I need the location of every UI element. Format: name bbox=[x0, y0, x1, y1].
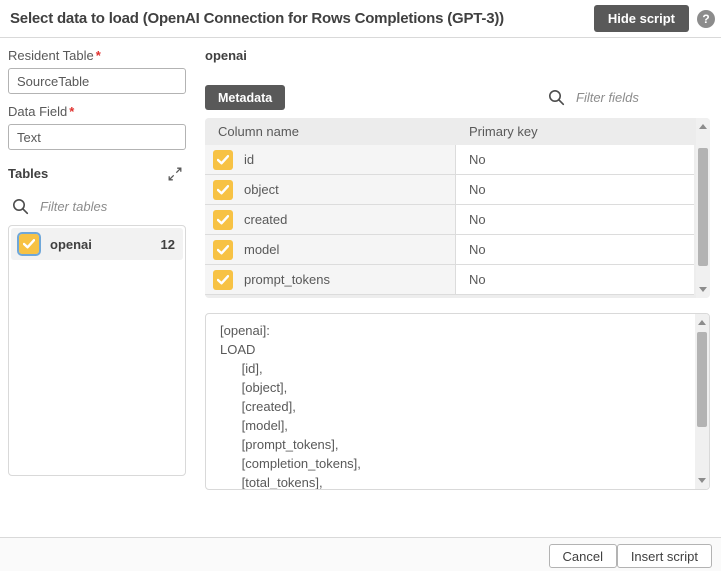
scroll-down-icon[interactable] bbox=[698, 478, 706, 483]
scrollbar-thumb[interactable] bbox=[697, 332, 707, 427]
field-name-cell: object bbox=[205, 175, 455, 205]
field-name: object bbox=[244, 182, 279, 197]
field-name-cell: id bbox=[205, 145, 455, 175]
fields-table: Column name Primary key id No bbox=[205, 118, 710, 298]
dialog-footer: Cancel Insert script bbox=[0, 537, 721, 571]
primary-key-header: Primary key bbox=[455, 124, 710, 139]
search-icon bbox=[12, 198, 29, 215]
filter-tables-input[interactable] bbox=[40, 199, 160, 214]
scroll-up-icon[interactable] bbox=[699, 124, 707, 129]
primary-key-cell[interactable]: No bbox=[455, 145, 694, 175]
resident-table-label: Resident Table* bbox=[8, 48, 186, 63]
field-checkbox[interactable] bbox=[213, 180, 233, 200]
fields-table-scrollbar[interactable] bbox=[696, 118, 710, 298]
field-row: id No bbox=[205, 145, 694, 175]
tables-list: openai 12 bbox=[8, 225, 186, 476]
left-panel: Resident Table* Data Field* Tables bbox=[8, 38, 186, 476]
data-field-label: Data Field* bbox=[8, 104, 186, 119]
field-name-cell: model bbox=[205, 235, 455, 265]
tables-section-header: Tables bbox=[8, 166, 186, 181]
field-name-cell: created bbox=[205, 205, 455, 235]
field-name: prompt_tokens bbox=[244, 272, 330, 287]
check-icon bbox=[217, 185, 229, 195]
check-icon bbox=[217, 215, 229, 225]
field-name: created bbox=[244, 212, 287, 227]
expand-icon[interactable] bbox=[168, 167, 182, 181]
field-checkbox[interactable] bbox=[213, 240, 233, 260]
search-icon bbox=[548, 89, 565, 106]
table-list-item[interactable]: openai 12 bbox=[11, 228, 183, 260]
table-name: openai bbox=[50, 237, 161, 252]
help-icon[interactable]: ? bbox=[697, 10, 715, 28]
table-checkbox[interactable] bbox=[19, 234, 39, 254]
dialog-title: Select data to load (OpenAI Connection f… bbox=[10, 10, 504, 27]
script-scrollbar[interactable] bbox=[695, 314, 709, 489]
cancel-button[interactable]: Cancel bbox=[549, 544, 617, 568]
scroll-down-icon[interactable] bbox=[699, 287, 707, 292]
field-row: created No bbox=[205, 205, 694, 235]
fields-table-body: id No object No bbox=[205, 145, 710, 295]
field-name-cell: prompt_tokens bbox=[205, 265, 455, 295]
check-icon bbox=[217, 275, 229, 285]
field-checkbox[interactable] bbox=[213, 270, 233, 290]
field-checkbox[interactable] bbox=[213, 150, 233, 170]
filter-fields-search bbox=[544, 86, 696, 108]
insert-script-button[interactable]: Insert script bbox=[617, 544, 712, 568]
field-checkbox[interactable] bbox=[213, 210, 233, 230]
field-row: model No bbox=[205, 235, 694, 265]
script-preview: [openai]: LOAD [id], [object], [created]… bbox=[205, 313, 710, 490]
metadata-tab[interactable]: Metadata bbox=[205, 85, 285, 110]
primary-key-cell[interactable]: No bbox=[455, 175, 694, 205]
field-name: id bbox=[244, 152, 254, 167]
filter-fields-input[interactable] bbox=[576, 90, 696, 105]
primary-key-cell[interactable]: No bbox=[455, 205, 694, 235]
table-field-count: 12 bbox=[161, 237, 175, 252]
tables-section-title: Tables bbox=[8, 166, 48, 181]
fields-table-header: Column name Primary key bbox=[205, 118, 710, 145]
primary-key-cell[interactable]: No bbox=[455, 265, 694, 295]
field-row: object No bbox=[205, 175, 694, 205]
hide-script-button[interactable]: Hide script bbox=[594, 5, 689, 32]
script-preview-text: [openai]: LOAD [id], [object], [created]… bbox=[206, 314, 709, 490]
check-icon bbox=[23, 239, 35, 249]
required-marker: * bbox=[96, 48, 101, 63]
field-name: model bbox=[244, 242, 279, 257]
check-icon bbox=[217, 245, 229, 255]
right-panel: openai Metadata Column name Primary key bbox=[205, 38, 710, 110]
selected-table-title: openai bbox=[205, 48, 710, 63]
check-icon bbox=[217, 155, 229, 165]
select-data-dialog: Select data to load (OpenAI Connection f… bbox=[0, 0, 721, 571]
scrollbar-thumb[interactable] bbox=[698, 148, 708, 266]
scroll-up-icon[interactable] bbox=[698, 320, 706, 325]
resident-table-label-text: Resident Table bbox=[8, 48, 94, 63]
resident-table-field[interactable] bbox=[8, 68, 186, 94]
field-row: prompt_tokens No bbox=[205, 265, 694, 295]
data-field-field[interactable] bbox=[8, 124, 186, 150]
required-marker: * bbox=[69, 104, 74, 119]
dialog-header: Select data to load (OpenAI Connection f… bbox=[0, 0, 721, 38]
column-name-header: Column name bbox=[205, 124, 455, 139]
filter-tables-search bbox=[8, 195, 186, 217]
data-field-label-text: Data Field bbox=[8, 104, 67, 119]
primary-key-cell[interactable]: No bbox=[455, 235, 694, 265]
